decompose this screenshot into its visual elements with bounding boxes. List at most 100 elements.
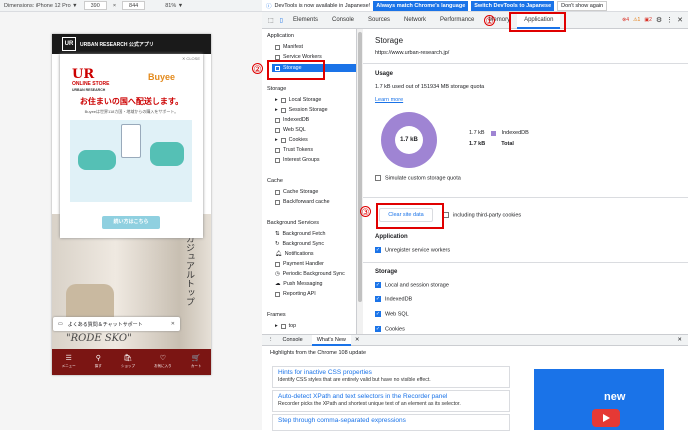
legend-value: 1.7 kB (469, 130, 485, 136)
sidebar-item-indexeddb[interactable]: IndexedDB (275, 117, 309, 123)
youtube-play-icon[interactable] (592, 409, 620, 427)
websql-checkbox[interactable]: ✓ (375, 311, 381, 317)
file-icon (275, 44, 280, 50)
whats-new-card[interactable]: Hints for inactive CSS properties Identi… (272, 366, 510, 388)
how-to-button[interactable]: 続い方はこちら (102, 216, 160, 229)
gear-icon (275, 54, 280, 60)
error-count: 4 (626, 17, 630, 23)
sidebar-item-session-storage[interactable]: ▸ Session Storage (275, 107, 328, 113)
tab-console[interactable]: Console (325, 12, 361, 29)
sidebar-item-bg-fetch[interactable]: ⇅ Background Fetch (275, 231, 325, 237)
whats-new-card[interactable]: Step through comma-separated expressions (272, 414, 510, 431)
application-section-header: Application (375, 234, 408, 240)
always-match-button[interactable]: Always match Chrome's language (373, 0, 469, 11)
annotation-number-3: ③ (360, 206, 371, 217)
sidebar-item-periodic-sync[interactable]: ◷ Periodic Background Sync (275, 271, 345, 277)
zoom-dropdown[interactable]: 81% ▼ (165, 3, 183, 9)
cookies-checkbox[interactable]: ✓ (375, 326, 381, 332)
card-title[interactable]: Step through comma-separated expressions (278, 417, 504, 424)
local-session-checkbox[interactable]: ✓ (375, 282, 381, 288)
local-session-label: Local and session storage (385, 282, 449, 289)
search-icon: ⚲ (95, 355, 101, 362)
learn-more-link[interactable]: Learn more (375, 97, 403, 103)
issues-badge[interactable]: ▣2 (644, 17, 652, 23)
dimensions-dropdown[interactable]: Dimensions: iPhone 12 Pro ▼ (4, 3, 78, 9)
dont-show-button[interactable]: Don't show again (557, 0, 608, 11)
sidebar-item-bg-sync[interactable]: ↻ Background Sync (275, 241, 324, 247)
switch-japanese-button[interactable]: Switch DevTools to Japanese (471, 0, 555, 11)
sidebar-item-cache-storage[interactable]: Cache Storage (275, 189, 318, 195)
more-icon[interactable]: ⋮ (666, 16, 673, 24)
scrollbar-thumb[interactable] (358, 32, 362, 302)
ur-online-mark: UR (72, 67, 95, 82)
tab-network[interactable]: Network (397, 12, 433, 29)
height-input[interactable]: 844 (122, 1, 146, 10)
drawer-tab-close-icon[interactable]: ✕ (355, 337, 360, 343)
whats-new-card[interactable]: Auto-detect XPath and text selectors in … (272, 390, 510, 412)
tab-sources[interactable]: Sources (361, 12, 397, 29)
sidebar-item-notifications[interactable]: 🔔︎ Notifications (275, 251, 314, 257)
device-toggle-icon[interactable]: ▯ (277, 17, 286, 24)
sidebar-item-manifest[interactable]: Manifest (275, 44, 303, 50)
highlight-clear-button (376, 203, 444, 229)
sidebar-item-bfcache[interactable]: Back/forward cache (275, 199, 330, 205)
nav-search[interactable]: ⚲ 探す (95, 355, 102, 369)
sidebar-header-application: Application (267, 33, 294, 39)
sidebar-item-cookies[interactable]: ▸ Cookies (275, 137, 308, 143)
cookies-row[interactable]: ✓ Cookies (375, 326, 405, 332)
drawer-tab-console[interactable]: Console (278, 335, 308, 346)
tab-performance[interactable]: Performance (433, 12, 481, 29)
app-header: UR URBAN RESEARCH 公式アプリ (52, 34, 211, 54)
sidebar-item-frame-top[interactable]: ▸ top (275, 323, 296, 329)
usage-donut-chart: 1.7 kB (381, 112, 437, 168)
sidebar-item-local-storage[interactable]: ▸ Local Storage (275, 97, 321, 103)
sidebar-item-payment-handler[interactable]: Payment Handler (275, 261, 324, 267)
cloud-icon: ☁ (275, 281, 281, 287)
nav-menu[interactable]: ☰ メニュー (62, 355, 76, 369)
times-sign: × (112, 2, 117, 9)
nav-favorites[interactable]: ♡ お気に入り (154, 355, 172, 369)
sidebar-item-push-messaging[interactable]: ☁ Push Messaging (275, 281, 322, 287)
whats-new-video[interactable]: new (534, 369, 664, 430)
sidebar-label: Back/forward cache (283, 199, 330, 205)
chat-text: よくある質問＆チャットサポート (67, 321, 143, 328)
modal-close-button[interactable]: ✕ CLOSE (182, 56, 200, 61)
total-label: Total (501, 141, 514, 147)
drawer-tab-whats-new[interactable]: What's New (311, 334, 351, 346)
indexeddb-checkbox[interactable]: ✓ (375, 296, 381, 302)
frame-icon (280, 323, 286, 329)
ur-online-sub: URBAN RESEARCH (72, 88, 106, 92)
chat-support-bar[interactable]: ▭ よくある質問＆チャットサポート ✕ (53, 317, 180, 331)
local-session-row[interactable]: ✓ Local and session storage (375, 282, 449, 288)
drawer-menu-icon[interactable]: ⋮ (268, 337, 274, 343)
card-title[interactable]: Hints for inactive CSS properties (278, 369, 504, 376)
warning-badge[interactable]: ⚠1 (633, 17, 640, 23)
websql-row[interactable]: ✓ Web SQL (375, 311, 409, 317)
language-infobar: ⓘ DevTools is now available in Japanese!… (262, 0, 688, 12)
device-toolbar: Dimensions: iPhone 12 Pro ▼ 390 × 844 81… (0, 0, 262, 12)
unregister-row[interactable]: ✓ Unregister service workers (375, 247, 450, 253)
inspect-icon[interactable]: ⬚ (265, 17, 277, 24)
width-input[interactable]: 390 (83, 1, 107, 10)
simulate-checkbox[interactable] (375, 175, 381, 181)
nav-cart[interactable]: 🛒 カート (191, 355, 202, 369)
nav-shop[interactable]: 🛍 ショップ (121, 355, 135, 369)
sidebar-item-web-sql[interactable]: Web SQL (275, 127, 306, 133)
drawer-tabbar: ⋮ Console What's New ✕ ✕ (262, 334, 688, 346)
drawer-close-icon[interactable]: ✕ (677, 337, 688, 343)
gear-icon[interactable]: ⚙ (656, 16, 662, 24)
simulate-quota-row[interactable]: Simulate custom storage quota (375, 175, 461, 181)
card-title[interactable]: Auto-detect XPath and text selectors in … (278, 393, 504, 400)
third-party-row[interactable]: including third-party cookies (443, 212, 521, 218)
indexeddb-row[interactable]: ✓ IndexedDB (375, 296, 412, 302)
error-badge[interactable]: ⊗4 (622, 17, 629, 23)
chat-close-icon[interactable]: ✕ (171, 321, 175, 327)
sidebar-item-trust-tokens[interactable]: Trust Tokens (275, 147, 313, 153)
sidebar-item-interest-groups[interactable]: Interest Groups (275, 157, 320, 163)
sidebar-item-reporting-api[interactable]: Reporting API (275, 291, 316, 297)
close-icon[interactable]: ✕ (677, 16, 683, 24)
tab-elements[interactable]: Elements (286, 12, 325, 29)
total-value: 1.7 kB (469, 141, 486, 147)
unregister-checkbox[interactable]: ✓ (375, 247, 381, 253)
cookie-icon (280, 137, 286, 143)
